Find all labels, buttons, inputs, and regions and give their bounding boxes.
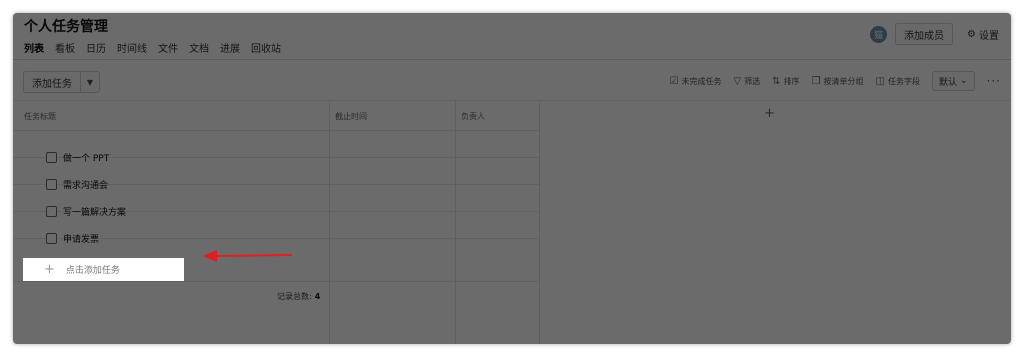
task-checkbox[interactable]	[46, 232, 57, 244]
header-actions: 猫 添加成员 ⚙ 设置	[870, 23, 999, 45]
incomplete-tasks-label: 未完成任务	[681, 76, 722, 86]
table-row[interactable]: 做一个 PPT	[46, 150, 109, 164]
table-row[interactable]: 写一篇解决方案	[46, 204, 126, 218]
sort-icon: ⇅	[772, 75, 781, 87]
view-preset-label: 默认	[938, 77, 957, 88]
column-header-deadline[interactable]: 截止时间	[335, 111, 367, 122]
gear-icon: ⚙	[967, 28, 976, 40]
tab-list[interactable]: 列表	[24, 40, 44, 55]
sort-button[interactable]: ⇅ 排序	[772, 76, 799, 87]
table-row[interactable]: 需求沟通会	[46, 177, 108, 191]
avatar[interactable]: 猫	[870, 25, 888, 43]
settings-label: 设置	[979, 30, 999, 42]
filter-icon: ▽	[733, 75, 742, 87]
task-fields-button[interactable]: ◫ 任务字段	[876, 76, 920, 87]
column-header-title[interactable]: 任务标题	[24, 111, 56, 122]
task-title: 需求沟通会	[63, 180, 109, 191]
row-divider	[13, 130, 539, 131]
table-row[interactable]: 申请发票	[46, 231, 99, 245]
incomplete-tasks-toggle[interactable]: ☑ 未完成任务	[670, 76, 722, 87]
caret-down-icon[interactable]: ▼	[80, 72, 99, 92]
settings-button[interactable]: ⚙ 设置	[967, 27, 999, 42]
group-by-list-button[interactable]: ❐ 按清单分组	[812, 76, 864, 87]
add-task-row[interactable]: + 点击添加任务	[23, 258, 184, 281]
add-member-button[interactable]: 添加成员	[895, 23, 954, 45]
record-count: 记录总数: 4	[277, 291, 320, 302]
plus-icon: +	[44, 262, 55, 277]
tab-files[interactable]: 文件	[158, 40, 178, 55]
group-label: 按清单分组	[823, 76, 864, 86]
toolbar: 添加任务 ▼ ☑ 未完成任务 ▽ 筛选 ⇅ 排序 ❐ 按清单分组 ◫ 任务字段	[23, 71, 1002, 93]
chevron-down-icon: ⌄	[960, 76, 968, 86]
tab-progress[interactable]: 进展	[220, 40, 240, 55]
add-task-split-button: 添加任务 ▼	[23, 71, 100, 93]
row-divider	[13, 281, 539, 282]
more-icon[interactable]: ···	[987, 74, 1001, 88]
group-icon: ❐	[811, 75, 821, 87]
tab-recycle-bin[interactable]: 回收站	[251, 40, 281, 55]
columns-icon: ◫	[875, 75, 885, 87]
filter-button[interactable]: ▽ 筛选	[733, 76, 760, 87]
view-tabs: 列表 看板 日历 时间线 文件 文档 进展 回收站	[24, 40, 281, 55]
task-title: 申请发票	[63, 234, 100, 245]
record-count-value: 4	[314, 292, 321, 301]
task-checkbox[interactable]	[46, 178, 57, 190]
checkbox-checked-icon: ☑	[669, 75, 679, 87]
tab-docs[interactable]: 文档	[189, 40, 209, 55]
view-preset-dropdown[interactable]: 默认 ⌄	[931, 71, 975, 91]
task-title: 写一篇解决方案	[63, 207, 127, 218]
filter-label: 筛选	[744, 76, 761, 86]
toolbar-tools: ☑ 未完成任务 ▽ 筛选 ⇅ 排序 ❐ 按清单分组 ◫ 任务字段 默认 ⌄ ··…	[670, 71, 1002, 91]
add-column-button[interactable]: +	[764, 106, 775, 121]
task-checkbox[interactable]	[46, 205, 57, 217]
page-title: 个人任务管理	[24, 19, 108, 35]
task-table: 任务标题 截止时间 负责人 + 做一个 PPT 需求沟通会 写一篇解决方案 申请…	[13, 101, 1011, 344]
column-divider	[329, 101, 330, 344]
arrow-shaft	[214, 254, 292, 257]
column-divider	[539, 101, 540, 344]
tab-kanban[interactable]: 看板	[55, 40, 75, 55]
column-header-assignee[interactable]: 负责人	[461, 111, 485, 122]
arrow-left-icon	[203, 250, 292, 262]
tab-timeline[interactable]: 时间线	[117, 40, 147, 55]
task-title: 做一个 PPT	[63, 153, 110, 164]
add-task-placeholder: 点击添加任务	[65, 266, 120, 276]
task-fields-label: 任务字段	[887, 76, 920, 86]
column-divider	[455, 101, 456, 344]
app-window: 个人任务管理 列表 看板 日历 时间线 文件 文档 进展 回收站 猫 添加成员 …	[13, 13, 1011, 344]
record-count-label: 记录总数:	[277, 292, 312, 301]
header-divider	[13, 59, 1011, 60]
task-checkbox[interactable]	[46, 151, 57, 163]
sort-label: 排序	[783, 76, 800, 86]
arrow-head	[203, 250, 217, 262]
tab-calendar[interactable]: 日历	[86, 40, 106, 55]
add-task-button[interactable]: 添加任务	[24, 72, 80, 92]
